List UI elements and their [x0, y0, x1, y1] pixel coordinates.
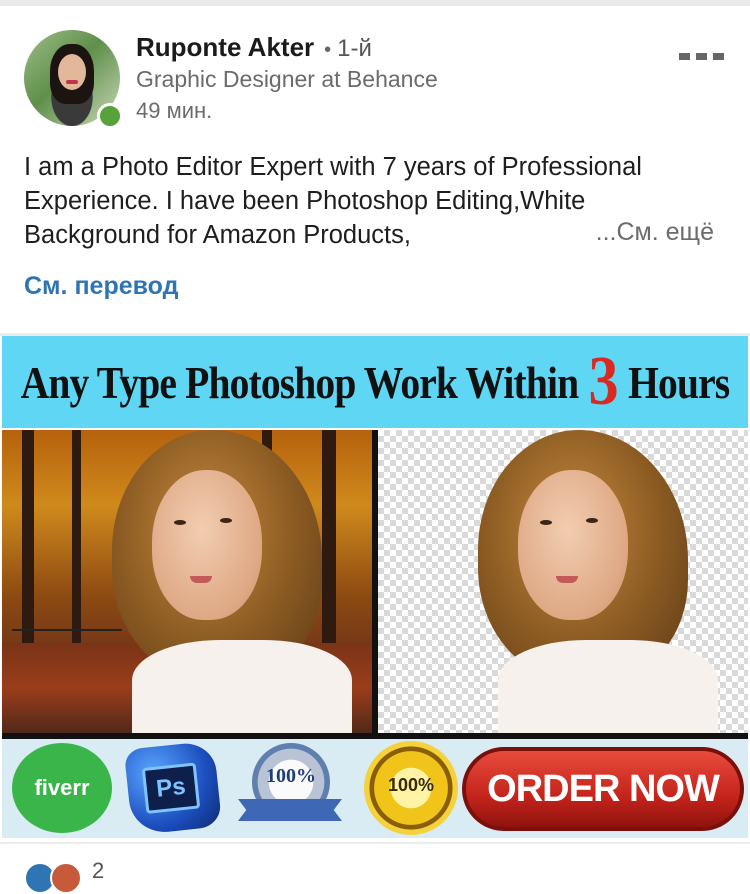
money-back-guarantee-badge: 100%: [364, 741, 458, 835]
post-text-line: I am a Photo Editor Expert with 7 years …: [24, 153, 642, 181]
before-photo: [2, 430, 372, 733]
more-options-icon[interactable]: [678, 46, 724, 66]
post-image[interactable]: Any Type Photoshop Work Within 3 Hours f…: [2, 336, 748, 838]
banner-title-start: Any Type Photoshop Work Within: [20, 356, 579, 408]
reaction-count[interactable]: 2: [92, 858, 104, 884]
reaction-icons[interactable]: [24, 862, 82, 894]
see-translation-link[interactable]: См. перевод: [24, 272, 178, 301]
post-text-line: Experience. I have been Photoshop Editin…: [24, 187, 586, 215]
author-headline: Graphic Designer at Behance: [136, 66, 438, 92]
photoshop-label: Ps: [141, 762, 201, 814]
online-status-indicator: [97, 103, 123, 129]
bullet-separator: •: [324, 39, 332, 61]
satisfaction-guaranteed-seal: 100%: [238, 743, 342, 835]
see-more-link[interactable]: ...См. ещё: [589, 218, 714, 247]
photoshop-icon: Ps: [123, 740, 223, 836]
money-back-percent: 100%: [387, 775, 435, 795]
fiverr-logo: fiverr: [12, 743, 112, 833]
satisfaction-percent: 100%: [266, 765, 316, 787]
connection-degree: 1-й: [337, 35, 372, 62]
badges-strip: fiverr Ps 100% 100% ORDER NOW: [2, 739, 748, 838]
celebrate-reaction-icon: [50, 862, 82, 894]
banner-title-number: 3: [588, 343, 619, 420]
order-now-badge: ORDER NOW: [462, 747, 744, 831]
top-divider: [0, 0, 750, 6]
author-name-row: Ruponte Akter • 1-й: [136, 32, 372, 66]
after-photo: [378, 430, 748, 733]
author-name[interactable]: Ruponte Akter: [136, 32, 314, 63]
banner-headline-band: Any Type Photoshop Work Within 3 Hours: [2, 336, 748, 428]
banner-title: Any Type Photoshop Work Within 3 Hours: [21, 336, 731, 428]
image-bottom-divider: [0, 842, 750, 844]
post-time: 49 мин.: [136, 98, 213, 123]
banner-title-end: Hours: [628, 356, 730, 408]
